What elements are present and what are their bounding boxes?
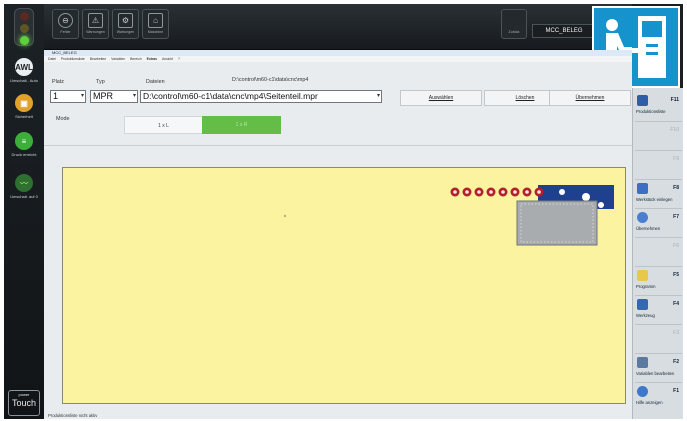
folder-path-hint: D:\control\m60-c1\data\cnc\mp4	[232, 77, 309, 83]
errors-button[interactable]: ⊖ Fehler	[52, 9, 79, 39]
f1-hilfe-button[interactable]: F1 Hilfe anzeigen	[635, 382, 682, 408]
auswaehlen-button[interactable]: Auswählen	[400, 90, 482, 106]
f11-produktionsliste-button[interactable]: F11 Produktionsliste	[635, 92, 682, 118]
machine-table-graphic	[283, 185, 614, 246]
zero-icon: 〰	[15, 174, 33, 192]
hmi-screen: AWL Umschalt.. Auto ▣ Sicherheit ≡ Druck…	[4, 4, 683, 419]
f5-programm-button[interactable]: F5 Programm	[635, 266, 682, 292]
list-icon	[637, 95, 648, 106]
file-path-select[interactable]: D:\control\m60-c1\data\cnc\mp4\Seitentei…	[140, 90, 382, 103]
back-arrow-icon	[507, 13, 522, 28]
safety-icon: ▣	[15, 94, 33, 112]
status-traffic-light	[14, 8, 34, 46]
chevron-down-icon: ▾	[376, 93, 380, 99]
auto-mode-button[interactable]: AWL Umschalt.. Auto	[6, 58, 42, 83]
f3-button: F3	[635, 324, 682, 350]
menu-produktionsliste[interactable]: Produktionsliste	[61, 57, 85, 61]
status-bar: Produktionsliste nicht aktiv	[48, 413, 98, 418]
f10-button: F10	[635, 121, 682, 147]
menu-bereich[interactable]: Bereich	[130, 57, 142, 61]
platz-label: Platz	[52, 79, 64, 85]
function-key-bar: F11 Produktionsliste F10 F9 F8 Werkstück…	[632, 88, 683, 419]
pressure-button[interactable]: ≡ Druck erreicht	[6, 132, 42, 157]
zero-mode-button[interactable]: 〰 Umschalt. auf 0	[6, 174, 42, 199]
workpiece-icon	[637, 183, 648, 194]
menu-bearbeiten[interactable]: Bearbeiten	[90, 57, 106, 61]
awl-icon: AWL	[15, 58, 33, 76]
main-window: MCC_BELEG Datei Produktionsliste Bearbei…	[44, 50, 632, 419]
divider	[44, 145, 632, 146]
uebernehmen-button[interactable]: Übernehmen	[549, 90, 631, 106]
edit-variables-icon	[637, 357, 648, 368]
safety-button[interactable]: ▣ Sicherheit	[6, 94, 42, 119]
accept-icon	[637, 212, 648, 223]
machine-button[interactable]: ⌂ Maschine	[142, 9, 169, 39]
f6-button: F6	[635, 237, 682, 263]
typ-select[interactable]: MPR ▾	[90, 90, 138, 103]
f7-uebernehmen-button[interactable]: F7 Übernehmen	[635, 208, 682, 234]
typ-label: Typ	[96, 79, 105, 85]
maintenance-button[interactable]: ⚙ Wartungen	[112, 9, 139, 39]
f8-werkstueck-button[interactable]: F8 Werkstück einlegen	[635, 179, 682, 205]
tool-icon	[637, 299, 648, 310]
platz-select[interactable]: 1 ▾	[50, 90, 86, 103]
f2-variablen-button[interactable]: F2 Variablen bearbeiten	[635, 353, 682, 379]
folder-icon	[637, 270, 648, 281]
back-button[interactable]: Zurück	[501, 9, 527, 39]
chevron-down-icon: ▾	[132, 93, 136, 99]
menu-help[interactable]: ?	[178, 57, 180, 61]
top-toolbar: ⊖ Fehler ⚠ Warnungen ⚙ Wartungen ⌂ Masch…	[44, 4, 632, 50]
clamp-row	[450, 187, 544, 197]
pressure-icon: ≡	[15, 132, 33, 150]
menu-variablen[interactable]: Variablen	[111, 57, 125, 61]
workpiece-shape	[516, 200, 598, 246]
mode-1xl-button[interactable]: 1 x L	[124, 116, 203, 134]
chevron-down-icon: ▾	[80, 93, 84, 99]
toolbar-window-title: MCC_BELEG	[532, 24, 596, 38]
menu-extras[interactable]: Extras	[147, 57, 157, 61]
mode-1xr-button[interactable]: 1 x R	[202, 116, 281, 134]
power-touch-logo: power Touch	[8, 390, 40, 416]
stop-icon: ⊖	[58, 13, 73, 28]
mode-label: Mode	[56, 116, 70, 122]
machine-table-view[interactable]	[62, 167, 626, 404]
warning-icon: ⚠	[88, 13, 103, 28]
f4-werkzeug-button[interactable]: F4 Werkzeug	[635, 295, 682, 321]
left-sidebar: AWL Umschalt.. Auto ▣ Sicherheit ≡ Druck…	[4, 4, 44, 419]
menu-datei[interactable]: Datei	[48, 57, 56, 61]
f9-button: F9	[635, 150, 682, 176]
warnings-button[interactable]: ⚠ Warnungen	[82, 9, 109, 39]
maintenance-icon: ⚙	[118, 13, 133, 28]
dateien-label: Dateien	[146, 79, 165, 85]
machine-icon: ⌂	[148, 13, 163, 28]
help-icon	[637, 386, 648, 397]
menu-ansicht[interactable]: Ansicht	[162, 57, 173, 61]
menu-bar: Datei Produktionsliste Bearbeiten Variab…	[44, 56, 632, 62]
